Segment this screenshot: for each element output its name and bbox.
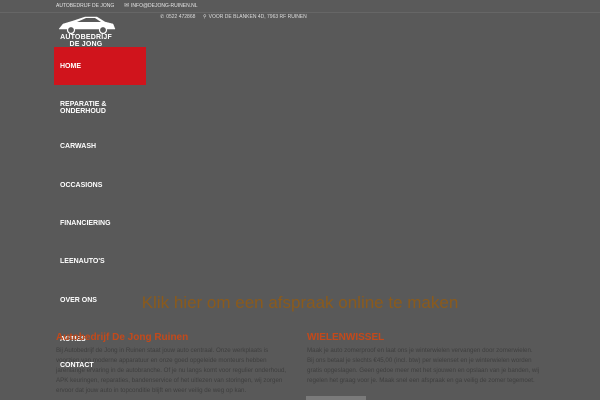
section-left-line: APK keuringen, reparaties, bandenservice… (56, 377, 283, 384)
nav-label: CARWASH (60, 142, 97, 150)
logo-text: AUTOBEDRIJF DE JONG (55, 34, 117, 48)
section-right-line: Maak je auto zomerproof en laat ons je w… (307, 347, 533, 354)
phone-number: 0522 472868 (166, 14, 196, 20)
nav-label: LEENAUTO'S (60, 257, 105, 265)
section-left-line: voorzien van moderne apparatuur en onze … (56, 357, 267, 364)
nav-item-carwash[interactable]: CARWASH (54, 127, 146, 165)
nav-label: HOME (60, 62, 81, 70)
appointment-cta-link[interactable]: Klik hier om een afspraak online te make… (0, 293, 600, 313)
nav-label: REPARATIE & ONDERHOUD (60, 101, 107, 115)
nav-item-leenautos[interactable]: LEENAUTO'S (54, 242, 146, 280)
nav-item-occasions[interactable]: OCCASIONS (54, 166, 146, 204)
section-right-text: Maak je auto zomerproof en laat ons je w… (307, 346, 547, 386)
section-right-title: WIELENWISSEL (307, 332, 385, 343)
logo[interactable]: AUTOBEDRIJF DE JONG (55, 14, 117, 48)
section-left-line: Bij Autobedrijf de Jong in Ruinen staat … (56, 347, 269, 354)
section-right-line: regelen het graag voor je. Maak snel een… (307, 377, 535, 384)
map-marker-icon: ⚲ (203, 14, 207, 20)
nav-label: FINANCIERING (60, 219, 111, 227)
address-contact: ⚲ VOOR DE BLANKEN 4D, 7963 RF RUINEN (203, 12, 307, 22)
logo-text-line1: AUTOBEDRIJF (60, 34, 112, 41)
email-link[interactable]: ✉ INFO@DEJONG-RUINEN.NL (124, 0, 198, 12)
section-left-line: jarenlange ervaring in de autobranche. O… (56, 367, 287, 374)
phone-icon: ✆ (160, 14, 165, 20)
section-right-line: Bij ons betaal je slechts €45,00 (incl. … (307, 357, 532, 364)
section-left-text: Bij Autobedrijf de Jong in Ruinen staat … (56, 346, 300, 396)
section-right-line: gratis opgeslagen. Geen gedoe meer met h… (307, 367, 540, 374)
image-strip (306, 396, 366, 400)
phone-contact[interactable]: ✆ 0522 472868 (160, 12, 195, 22)
nav-item-home[interactable]: HOME (54, 47, 146, 85)
nav-item-financiering[interactable]: FINANCIERING (54, 204, 146, 242)
email-text: INFO@DEJONG-RUINEN.NL (131, 3, 198, 9)
nav-item-reparatie[interactable]: REPARATIE & ONDERHOUD (54, 89, 146, 127)
car-icon (58, 16, 116, 34)
section-left-title: Autobedrijf De Jong Ruinen (56, 332, 189, 343)
envelope-icon: ✉ (124, 3, 130, 9)
address-text: VOOR DE BLANKEN 4D, 7963 RF RUINEN (208, 14, 307, 20)
section-left-line: ervoor dat jouw auto in topconditie blij… (56, 387, 247, 394)
company-name: AUTOBEDRIJF DE JONG (56, 3, 115, 9)
nav-label: OCCASIONS (60, 181, 103, 189)
